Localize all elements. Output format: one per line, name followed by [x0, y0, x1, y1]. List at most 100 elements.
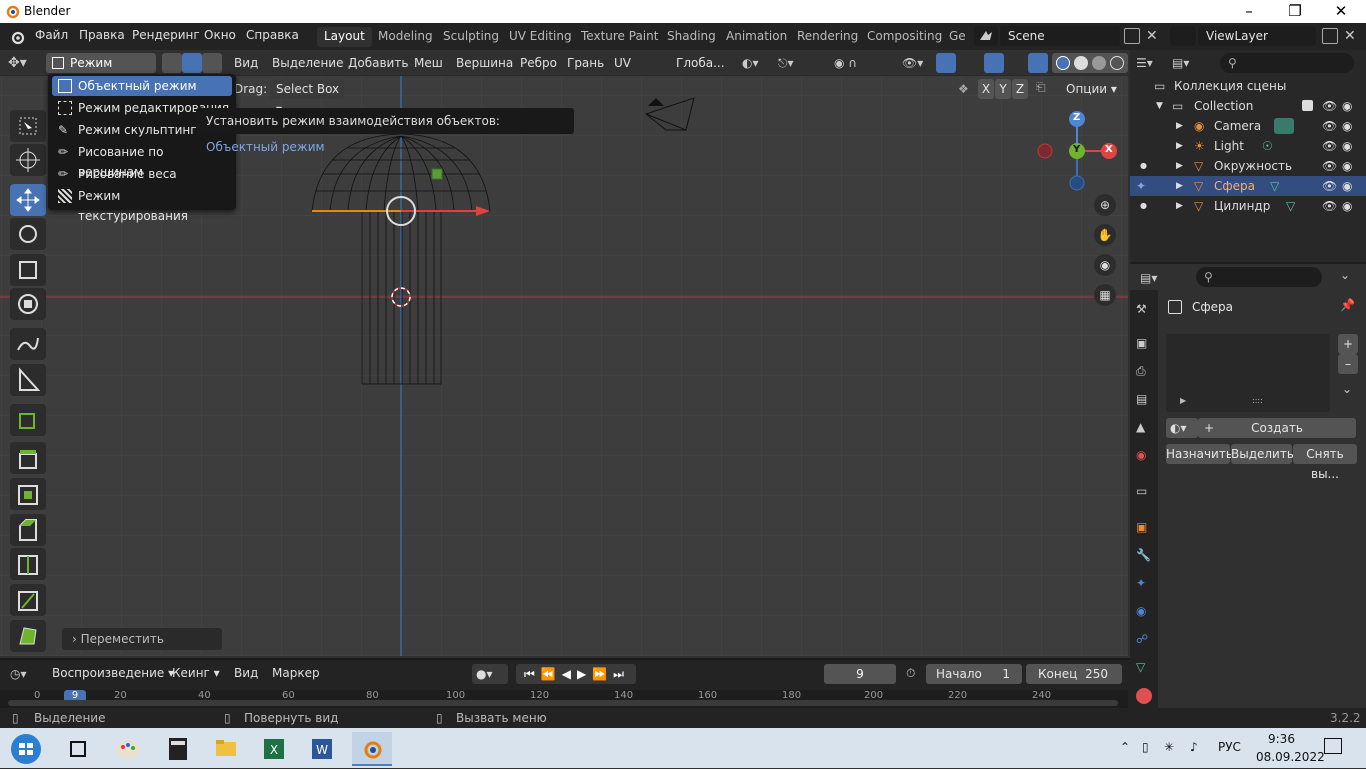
expand-icon[interactable]: ▶ — [1176, 176, 1183, 196]
minimize-button[interactable]: – — [1226, 0, 1272, 23]
current-frame-field[interactable]: 9 — [824, 664, 896, 684]
menu-uv[interactable]: UV — [614, 53, 631, 73]
bevel-tool[interactable] — [10, 514, 46, 546]
ortho-grid-icon[interactable]: ▦ — [1094, 284, 1116, 306]
tab-layout[interactable]: Layout — [317, 27, 372, 47]
auto-merge-icon[interactable]: ⎗ — [1036, 80, 1054, 98]
cursor-tool[interactable] — [10, 144, 46, 176]
scene-icon[interactable] — [974, 26, 998, 46]
move-gizmo[interactable] — [380, 196, 500, 236]
editor-type-icon[interactable]: ✥▾ — [8, 53, 40, 73]
checkbox-icon[interactable] — [1302, 100, 1313, 111]
list-resize-handle[interactable]: :::: — [1252, 396, 1263, 405]
drag-dropdown[interactable]: Select Box ▾ — [270, 79, 344, 116]
network-icon[interactable]: ✳ — [1164, 740, 1174, 754]
timeline-editor-icon[interactable]: ◷▾ — [10, 664, 40, 684]
options-dropdown[interactable]: Опции ▾ — [1060, 79, 1122, 99]
tab-compositing[interactable]: Compositing — [860, 27, 949, 47]
outliner-item-cylinder[interactable]: ● ▶ ▽ Цилиндр ▽ 👁 ◉ — [1130, 196, 1366, 216]
tab-animation[interactable]: Animation — [719, 27, 794, 47]
paint-app-icon[interactable] — [108, 732, 148, 766]
tray-chevron-icon[interactable]: ⌃ — [1120, 740, 1130, 754]
add-cube-tool[interactable] — [10, 404, 46, 436]
menu-vertex[interactable]: Вершина — [456, 53, 513, 73]
deselect-button[interactable]: Снять вы... — [1293, 444, 1357, 481]
new-view-layer-icon[interactable] — [1322, 28, 1338, 44]
task-view-icon[interactable] — [58, 732, 98, 766]
language-indicator[interactable]: РУС — [1218, 740, 1241, 754]
gizmo-toggle-icon[interactable] — [936, 53, 956, 73]
scene-collection-row[interactable]: ▭ Коллекция сцены — [1130, 76, 1366, 96]
solid-shading-icon[interactable] — [1074, 56, 1088, 70]
last-operator-panel[interactable]: › Переместить — [62, 628, 222, 650]
visibility-icon[interactable]: 👁▾ — [902, 56, 928, 70]
transform-tool[interactable] — [10, 288, 46, 320]
pin-icon[interactable]: 📌 — [1340, 298, 1355, 312]
properties-options-icon[interactable]: ⌄ — [1340, 268, 1350, 282]
particles-tab-icon[interactable]: ✦ — [1136, 576, 1152, 592]
mesh-data-tab-icon[interactable]: ▽ — [1136, 660, 1152, 676]
camera-render-icon[interactable]: ◉ — [1342, 136, 1352, 156]
eye-icon[interactable]: 👁 — [1322, 136, 1337, 156]
overlay-toggle-icon[interactable] — [984, 53, 1004, 73]
menu-mesh[interactable]: Меш — [414, 53, 443, 73]
vertex-select-button[interactable] — [162, 53, 182, 73]
poly-build-tool[interactable] — [10, 620, 46, 652]
timer-icon[interactable]: ⏱ — [906, 666, 915, 681]
battery-icon[interactable]: ▯ — [1142, 740, 1149, 754]
volume-icon[interactable]: ♪ — [1190, 740, 1198, 754]
select-button[interactable]: Выделить — [1231, 444, 1294, 464]
loop-cut-tool[interactable] — [10, 548, 46, 580]
tab-uv-editing[interactable]: UV Editing — [502, 27, 579, 47]
output-tab-icon[interactable]: ⎙ — [1136, 364, 1152, 380]
outliner-item-sphere[interactable]: ✦ ▶ ▽ Сфера ▽ 👁 ◉ — [1130, 176, 1366, 196]
slot-menu-icon[interactable]: ⌄ — [1342, 382, 1352, 396]
menu-select[interactable]: Выделение — [272, 53, 343, 73]
outliner-item-light[interactable]: ▶ ☀ Light ☉ 👁 ◉ — [1130, 136, 1366, 156]
timeline-ruler[interactable]: 0 9 20 40 60 80 100 120 140 160 180 200 … — [0, 690, 1128, 708]
collection-tab-icon[interactable]: ▭ — [1136, 484, 1152, 500]
tab-geometry[interactable]: Ge — [942, 27, 973, 47]
end-frame-field[interactable]: Конец 250 — [1026, 664, 1122, 684]
file-explorer-icon[interactable] — [206, 732, 246, 766]
auto-keying-button[interactable]: ●▾ — [472, 664, 508, 684]
list-expand-icon[interactable]: ▶ — [1180, 396, 1186, 405]
object-tab-icon[interactable]: ▣ — [1136, 520, 1152, 536]
edge-select-button[interactable] — [182, 53, 202, 73]
close-button[interactable]: ✕ — [1318, 0, 1364, 23]
eye-icon[interactable]: 👁 — [1322, 196, 1337, 216]
add-slot-button[interactable]: + — [1338, 334, 1358, 354]
word-app-icon[interactable]: W — [302, 732, 342, 766]
view-layer-icon[interactable] — [1170, 26, 1196, 46]
select-box-tool[interactable] — [10, 110, 46, 142]
menu-weight-paint[interactable]: ✏ Рисование веса — [52, 164, 232, 184]
clock-date[interactable]: 08.09.2022 — [1256, 750, 1325, 764]
expand-icon[interactable]: ▶ — [1176, 116, 1183, 136]
menu-face[interactable]: Грань — [567, 53, 604, 73]
expand-icon[interactable]: ▶ — [1176, 136, 1183, 156]
outliner-item-circle[interactable]: ● ▶ ▽ Окружность 👁 ◉ — [1130, 156, 1366, 176]
clock-time[interactable]: 9:36 — [1268, 732, 1295, 746]
rendered-shading-icon[interactable] — [1110, 56, 1124, 70]
measure-tool[interactable] — [10, 364, 46, 396]
playback-controls[interactable]: ⏮⏪◀▶⏩⏭ — [516, 664, 636, 684]
transform-orientation-dropdown[interactable]: Глоба... — [654, 53, 734, 73]
zoom-icon[interactable]: ⊕ — [1094, 194, 1116, 216]
face-select-button[interactable] — [202, 53, 222, 73]
constraints-tab-icon[interactable]: ☍ — [1136, 632, 1152, 648]
outliner-search-input[interactable]: ⚲ — [1220, 53, 1354, 73]
menu-file[interactable]: Файл — [35, 28, 68, 42]
menu-vertex-paint[interactable]: ✏ Рисование по вершинам — [52, 142, 232, 179]
move-tool[interactable] — [10, 184, 46, 216]
blender-app-icon[interactable] — [352, 732, 392, 766]
collection-row[interactable]: ▼ ▭ Collection 👁 ◉ — [1130, 96, 1366, 116]
menu-edge[interactable]: Ребро — [520, 53, 557, 73]
maximize-button[interactable]: ❐ — [1272, 0, 1318, 23]
eye-icon[interactable]: 👁 — [1322, 156, 1337, 176]
marker-menu[interactable]: Маркер — [272, 663, 320, 683]
menu-help[interactable]: Справка — [246, 28, 299, 42]
snap-icon[interactable]: ⎋▾ — [778, 56, 824, 70]
physics-tab-icon[interactable]: ◉ — [1136, 604, 1152, 620]
excel-app-icon[interactable]: X — [254, 732, 294, 766]
inset-tool[interactable] — [10, 478, 46, 510]
